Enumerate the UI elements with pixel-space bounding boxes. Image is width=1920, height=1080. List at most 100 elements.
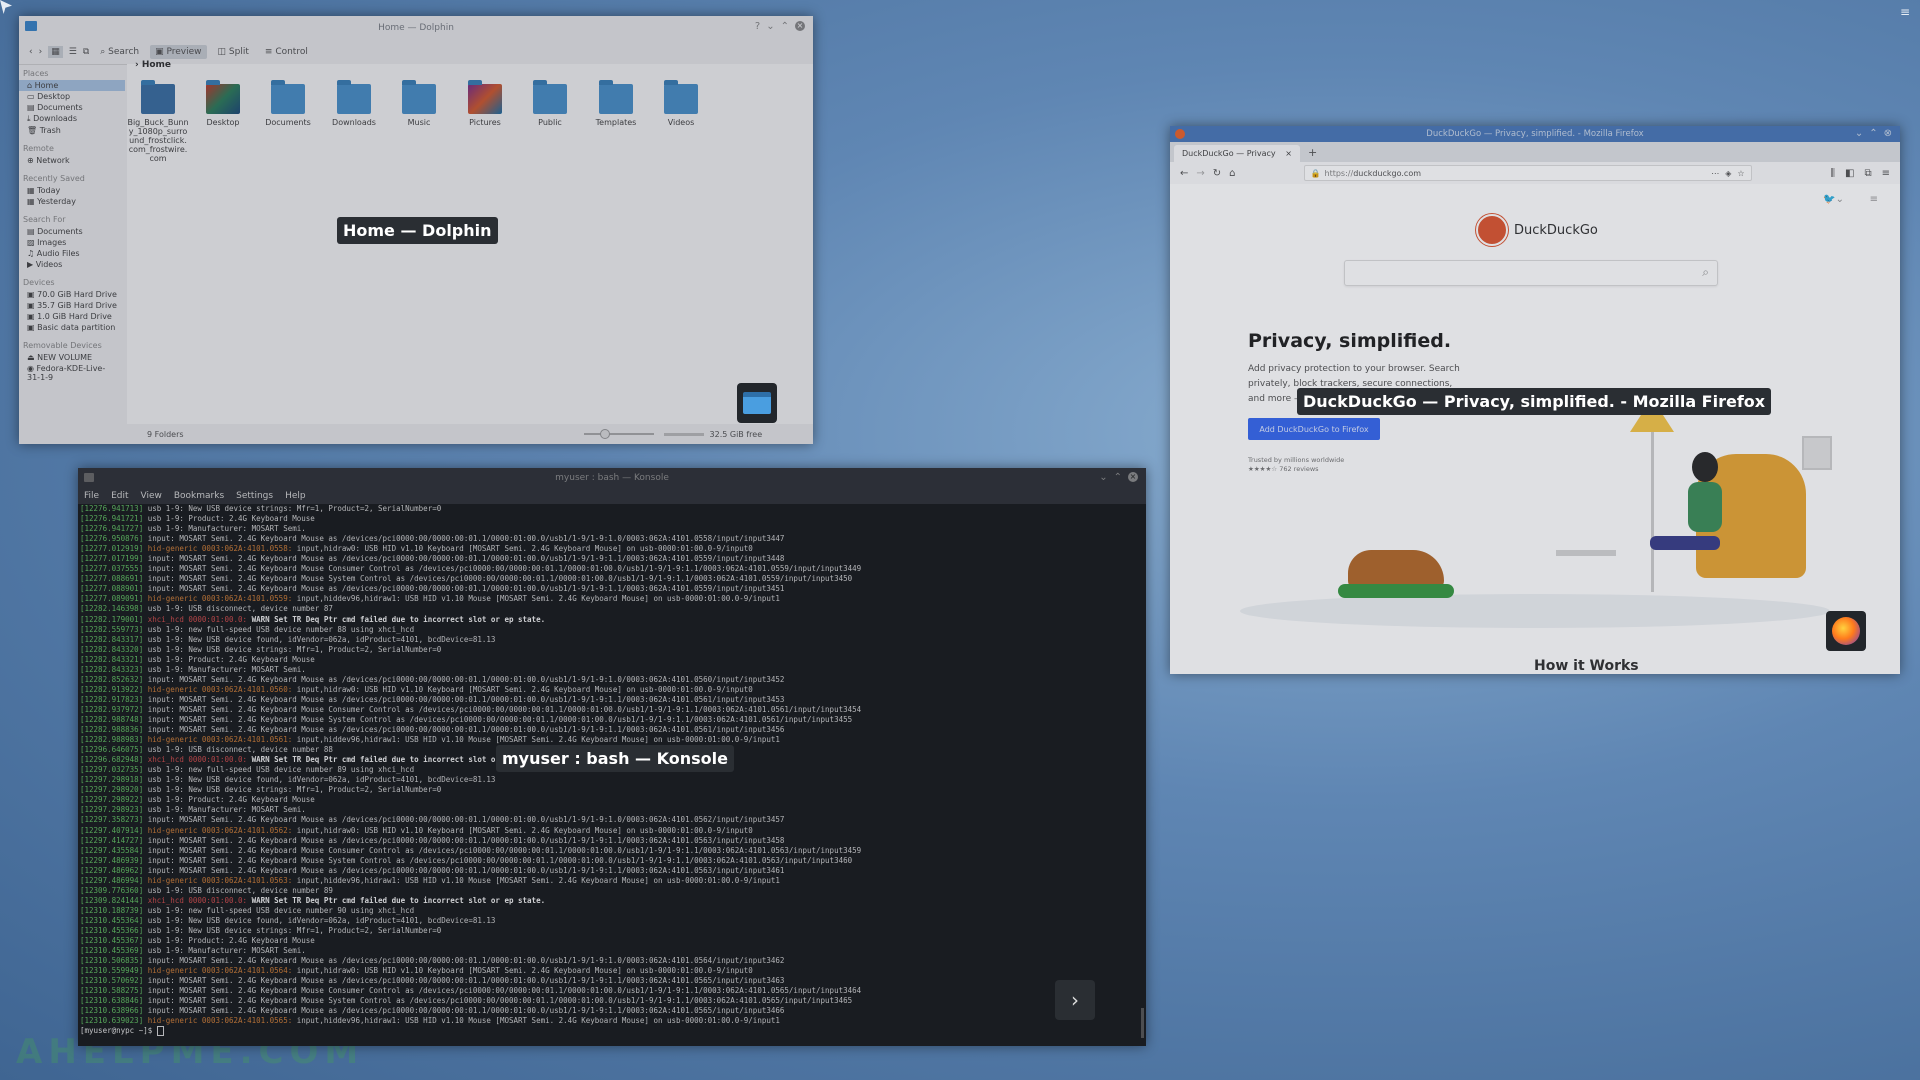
- file-item[interactable]: Music: [388, 80, 450, 127]
- sidebar-item-images[interactable]: ▨ Images: [19, 237, 125, 248]
- folder-icon: [337, 80, 371, 114]
- help-icon[interactable]: ?: [755, 21, 760, 32]
- sidebar-item-search-documents[interactable]: ▤ Documents: [19, 226, 125, 237]
- preview-button[interactable]: ▣ Preview: [150, 45, 207, 59]
- file-name: Documents: [265, 118, 311, 127]
- terminal-line: [12310.570692] input: MOSART Semi. 2.4G …: [80, 976, 785, 986]
- minimize-icon[interactable]: ⌄: [1099, 472, 1107, 483]
- menu-edit[interactable]: Edit: [111, 491, 128, 501]
- split-button[interactable]: ◫ Split: [213, 45, 254, 59]
- sidebar-item-drive-3[interactable]: ▣ 1.0 GiB Hard Drive: [19, 311, 125, 322]
- sidebar-item-audio[interactable]: ♫ Audio Files: [19, 248, 125, 259]
- back-icon[interactable]: ←: [1180, 168, 1188, 179]
- terminal-line: [12310.559949] hid-generic 0003:062A:410…: [80, 966, 753, 976]
- desktop-menu-icon[interactable]: ≡: [1900, 6, 1914, 18]
- zoom-slider[interactable]: [583, 429, 654, 439]
- sidebar-item-downloads[interactable]: ⤓ Downloads: [19, 113, 125, 125]
- search-input[interactable]: ⌕: [1344, 260, 1718, 286]
- details-view-icon[interactable]: ⧉: [83, 47, 89, 57]
- close-icon[interactable]: ×: [1128, 472, 1138, 482]
- minimize-icon[interactable]: ⌄: [1855, 128, 1863, 139]
- url-prefix: https://: [1324, 168, 1354, 178]
- minimize-icon[interactable]: ⌄: [766, 21, 774, 32]
- home-icon[interactable]: ⌂: [1229, 168, 1235, 179]
- menu-help[interactable]: Help: [285, 491, 306, 501]
- sidebar-item-trash[interactable]: 🗑 Trash: [19, 125, 125, 136]
- file-item[interactable]: Templates: [585, 80, 647, 127]
- maximize-icon[interactable]: ⌃: [1869, 128, 1877, 139]
- maximize-icon[interactable]: ⌃: [781, 21, 789, 32]
- reload-icon[interactable]: ↻: [1213, 168, 1221, 179]
- sidebar-item-today[interactable]: ▦ Today: [19, 185, 125, 196]
- ddg-logo[interactable]: DuckDuckGo: [1476, 214, 1598, 246]
- sidebar-item-network[interactable]: ⊕ Network: [19, 155, 125, 166]
- how-it-works-heading: How it Works: [1534, 658, 1639, 674]
- file-item[interactable]: Public: [519, 80, 581, 127]
- terminal-line: [12282.843321] usb 1-9: Product: 2.4G Ke…: [80, 654, 315, 664]
- extensions-icon[interactable]: ⧉: [1864, 168, 1871, 179]
- dolphin-window-title: Home — Dolphin: [378, 23, 454, 33]
- compact-view-icon[interactable]: ☰: [69, 47, 77, 57]
- forward-icon[interactable]: ›: [39, 47, 43, 57]
- tab-close-icon[interactable]: ×: [1285, 149, 1292, 158]
- firefox-task-icon[interactable]: [1826, 611, 1866, 651]
- dolphin-titlebar[interactable]: Home — Dolphin ? ⌄ ⌃ ×: [19, 16, 813, 40]
- sidebar-item-drive-1[interactable]: ▣ 70.0 GiB Hard Drive: [19, 289, 125, 300]
- search-button[interactable]: ⌕ Search: [95, 45, 144, 59]
- forward-icon[interactable]: →: [1196, 168, 1204, 179]
- file-item[interactable]: Documents: [257, 80, 319, 127]
- icons-view-icon[interactable]: ▦: [48, 46, 63, 58]
- sidebar-item-drive-2[interactable]: ▣ 35.7 GiB Hard Drive: [19, 300, 125, 311]
- file-item[interactable]: Videos: [650, 80, 712, 127]
- firefox-window-title: DuckDuckGo — Privacy, simplified. - Mozi…: [1426, 129, 1644, 139]
- control-button[interactable]: ≡ Control: [260, 45, 313, 59]
- sidebar-item-documents[interactable]: ▤ Documents: [19, 102, 125, 113]
- menu-bookmarks[interactable]: Bookmarks: [174, 491, 224, 501]
- close-icon[interactable]: ×: [795, 21, 805, 31]
- url-bar[interactable]: 🔒 https://duckduckgo.com ⋯ ◈ ☆: [1303, 165, 1752, 181]
- bookmark-star-icon[interactable]: ☆: [1737, 169, 1744, 178]
- terminal-line: [12282.843320] usb 1-9: New USB device s…: [80, 644, 442, 654]
- file-item[interactable]: Downloads: [323, 80, 385, 127]
- devices-header: Devices: [23, 278, 55, 287]
- sidebar-item-desktop[interactable]: ▭ Desktop: [19, 91, 125, 102]
- firefox-titlebar[interactable]: DuckDuckGo — Privacy, simplified. - Mozi…: [1170, 126, 1900, 142]
- sidebar-item-home[interactable]: ⌂ Home: [19, 80, 125, 91]
- tab-duckduckgo[interactable]: DuckDuckGo — Privacy ×: [1174, 145, 1300, 162]
- close-icon[interactable]: ⊗: [1884, 128, 1892, 139]
- library-icon[interactable]: ⫼: [1830, 168, 1835, 179]
- pocket-icon[interactable]: ◈: [1725, 169, 1731, 178]
- sidebar-icon[interactable]: ◧: [1845, 168, 1854, 179]
- breadcrumb[interactable]: › Home: [135, 60, 171, 70]
- search-icon[interactable]: ⌕: [1702, 265, 1709, 280]
- page-menu-icon[interactable]: ≡: [1870, 194, 1878, 205]
- menu-file[interactable]: File: [84, 491, 99, 501]
- konsole-task-icon[interactable]: ›: [1055, 980, 1095, 1020]
- terminal-output[interactable]: [12276.941713] usb 1-9: New USB device s…: [80, 504, 1138, 1044]
- file-item[interactable]: Desktop: [192, 80, 254, 127]
- new-tab-icon[interactable]: +: [1308, 146, 1317, 159]
- maximize-icon[interactable]: ⌃: [1114, 472, 1122, 483]
- firefox-logo-icon: [1832, 617, 1860, 645]
- file-item[interactable]: Pictures: [454, 80, 516, 127]
- file-item[interactable]: Big_Buck_Bunny_1080p_surround_frostclick…: [127, 80, 189, 163]
- sidebar-item-videos[interactable]: ▶ Videos: [19, 259, 125, 270]
- desktop-top-left-icon[interactable]: [0, 0, 12, 14]
- menu-icon[interactable]: ≡: [1882, 168, 1890, 179]
- menu-view[interactable]: View: [141, 491, 162, 501]
- twitter-icon[interactable]: 🐦⌄: [1823, 194, 1844, 205]
- menu-settings[interactable]: Settings: [236, 491, 273, 501]
- sidebar-item-new-volume[interactable]: ⏏ NEW VOLUME: [19, 352, 125, 363]
- folder-icon: [402, 80, 436, 114]
- sidebar-item-drive-4[interactable]: ▣ Basic data partition: [19, 322, 125, 333]
- dolphin-task-icon[interactable]: [737, 383, 777, 423]
- page-actions-icon[interactable]: ⋯: [1711, 169, 1719, 178]
- folder-icon: [599, 80, 633, 114]
- konsole-titlebar[interactable]: myuser : bash — Konsole ⌄ ⌃ ×: [78, 468, 1146, 488]
- sidebar-item-fedora-live[interactable]: ◉ Fedora-KDE-Live-31-1-9: [19, 363, 125, 383]
- terminal-line: [12310.638966] input: MOSART Semi. 2.4G …: [80, 1006, 785, 1016]
- shell-prompt[interactable]: [myuser@nypc ~]$: [80, 1026, 1138, 1037]
- terminal-scrollbar[interactable]: [1141, 1008, 1144, 1038]
- sidebar-item-yesterday[interactable]: ▦ Yesterday: [19, 196, 125, 207]
- back-icon[interactable]: ‹: [29, 47, 33, 57]
